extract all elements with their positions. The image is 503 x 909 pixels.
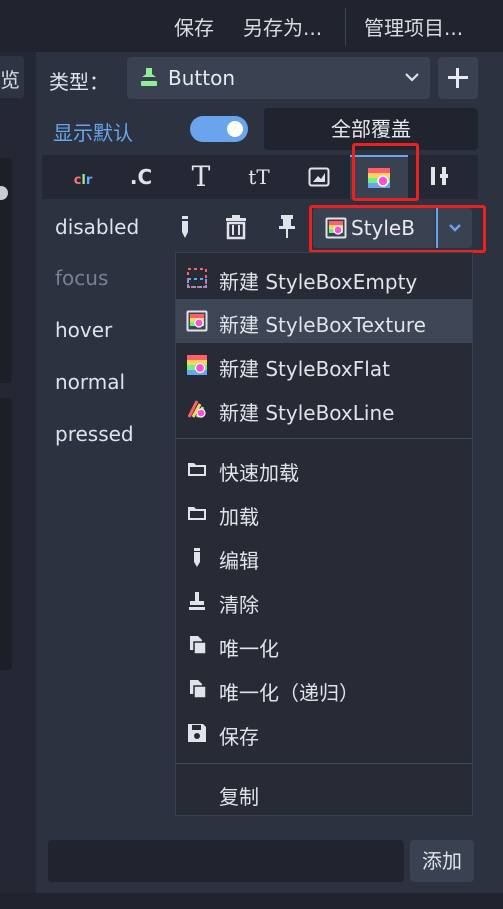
font-size-icon: tT: [248, 165, 270, 189]
property-normal[interactable]: normal: [55, 370, 125, 394]
save-icon: [188, 724, 206, 742]
folder-icon: [188, 507, 206, 520]
type-select-value: Button: [168, 66, 235, 90]
chevron-down-icon: [405, 73, 419, 82]
property-disabled[interactable]: disabled: [55, 215, 139, 239]
tab-font-sizes[interactable]: tT: [230, 155, 288, 199]
show-default-label: 显示默认: [53, 121, 133, 145]
stylebox-empty-icon: [187, 268, 207, 288]
pin-icon[interactable]: [272, 212, 302, 242]
save-as-button[interactable]: 另存为...: [243, 12, 322, 41]
theme-type-icon: [431, 167, 448, 185]
toolbar-divider: [345, 8, 346, 46]
save-button[interactable]: 保存: [174, 12, 214, 41]
stylebox-flat-icon: [187, 355, 207, 375]
add-item-button[interactable]: 添加: [410, 840, 474, 882]
menu-new-stylebox-texture[interactable]: 新建 StyleBoxTexture: [176, 299, 472, 343]
show-default-toggle[interactable]: [190, 116, 248, 142]
edit-icon: [194, 548, 200, 567]
menu-new-stylebox-line[interactable]: 新建 StyleBoxLine: [176, 387, 472, 431]
image-icon: [308, 167, 330, 187]
resource-dropdown-menu: 新建 StyleBoxEmpty 新建 StyleBoxTexture 新建 S…: [175, 252, 473, 816]
stylebox-texture-icon: [186, 310, 208, 332]
folder-icon: [188, 463, 206, 476]
dropdown-highlight: [309, 205, 486, 253]
trash-icon[interactable]: [221, 212, 251, 242]
font-icon: T: [191, 160, 211, 193]
edit-icon[interactable]: [170, 212, 200, 242]
menu-separator: [176, 438, 472, 439]
stylebox-tab-highlight: [352, 143, 419, 201]
tab-fonts[interactable]: T: [172, 155, 230, 199]
manage-items-button[interactable]: 管理项目...: [364, 12, 463, 41]
menu-save[interactable]: 保存: [176, 711, 472, 755]
menu-make-unique[interactable]: 唯一化: [176, 623, 472, 667]
add-type-button[interactable]: [438, 57, 478, 99]
constant-icon: .C: [129, 165, 153, 189]
property-focus[interactable]: focus: [55, 266, 108, 290]
type-select[interactable]: Button: [127, 57, 430, 99]
menu-load[interactable]: 加载: [176, 491, 472, 535]
type-label: 类型：: [49, 70, 109, 94]
top-toolbar: 保存 另存为... 管理项目...: [0, 0, 503, 52]
button-node-icon: [141, 68, 157, 86]
menu-copy[interactable]: 复制: [176, 771, 472, 815]
menu-new-stylebox-empty[interactable]: 新建 StyleBoxEmpty: [176, 256, 472, 300]
tab-colors[interactable]: clr: [54, 155, 112, 199]
tab-constants[interactable]: .C: [112, 155, 170, 199]
tab-icons[interactable]: [290, 155, 348, 199]
stylebox-line-icon: [187, 400, 206, 418]
duplicate-icon: [190, 680, 207, 699]
menu-make-unique-recursive[interactable]: 唯一化（递归）: [176, 667, 472, 711]
status-bar: [0, 893, 503, 909]
property-hover[interactable]: hover: [55, 318, 112, 342]
clear-icon: [189, 592, 205, 610]
left-preview-panel-lower: [0, 398, 12, 670]
menu-separator: [176, 763, 472, 764]
menu-clear[interactable]: 清除: [176, 579, 472, 623]
left-dock-tab-label: 览: [0, 68, 20, 92]
add-item-input[interactable]: [48, 840, 404, 882]
menu-edit[interactable]: 编辑: [176, 535, 472, 579]
property-pressed[interactable]: pressed: [55, 422, 134, 446]
duplicate-icon: [190, 636, 207, 655]
menu-quick-load[interactable]: 快速加载: [176, 447, 472, 491]
menu-new-stylebox-flat[interactable]: 新建 StyleBoxFlat: [176, 343, 472, 387]
